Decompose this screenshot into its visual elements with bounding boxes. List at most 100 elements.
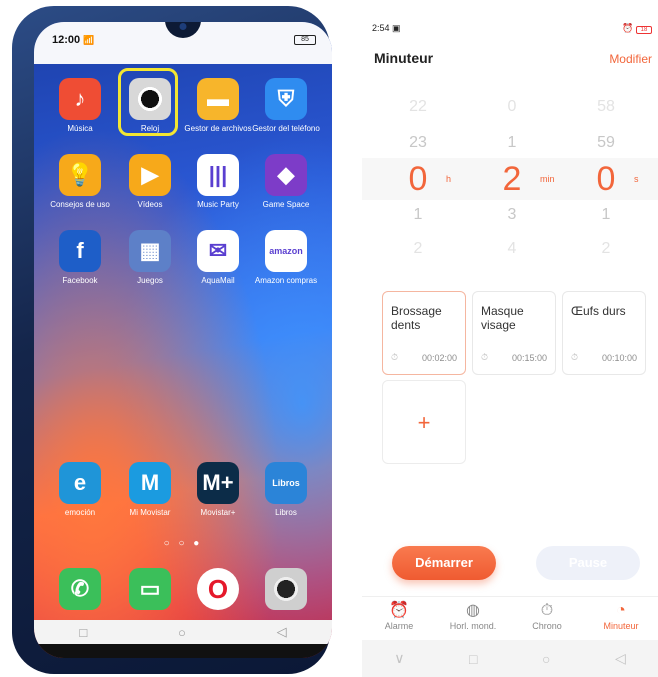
tab-minuteur[interactable]: ◔ Minuteur [584,601,658,631]
app-shield[interactable]: ⛨ Gestor del teléfono [252,78,320,134]
camera-icon: ● [265,568,307,610]
tab-label: Minuteur [603,621,639,631]
mail-icon: ✉ [197,230,239,272]
edit-button[interactable]: Modifier [609,52,652,66]
music-icon: ♪ [59,78,101,120]
preset-name: Brossage dents [391,304,442,332]
app-label: Music Party [197,200,239,209]
minutes-above1: 1 [507,134,517,151]
app-emocion[interactable]: e emoción [46,462,114,518]
status-time: 12:00 📶 [52,34,95,46]
app-label: Facebook [62,276,98,285]
seconds-above1: 59 [597,134,615,151]
home-icon[interactable]: ○ [542,651,550,667]
app-movistar-plus[interactable]: M+ Movistar+ [184,462,252,518]
preset-name: Œufs durs [571,304,626,318]
seconds-unit: s [634,174,639,184]
alarm-status-icon: ⏰ [622,23,634,33]
seconds-selected: 0 [596,160,616,198]
preset-card-oeufs[interactable]: Œufs durs ⏱ 00:10:00 [562,291,646,375]
battery-icon: 18 [636,26,652,34]
system-nav-bar: ∨ □ ○ ◁ [362,640,658,677]
dock-camera[interactable]: ● [252,568,320,610]
stopwatch-icon: ⏱ [540,602,554,619]
messages-icon: ▭ [129,568,171,610]
dock-phone[interactable]: ✆ [46,568,114,610]
app-facebook[interactable]: f Facebook [46,230,114,286]
home-icon[interactable]: ○ [178,625,186,640]
front-camera-icon [179,23,187,30]
seconds-below2: 2 [601,240,611,257]
app-equalizer[interactable]: ||| Music Party [184,154,252,210]
movistar-plus-icon: M+ [197,462,239,504]
folder-icon: ▬ [197,78,239,120]
minutes-below2: 4 [507,240,517,257]
recent-apps-icon[interactable]: □ [79,625,87,640]
preset-time: 00:15:00 [511,353,547,363]
hours-below2: 2 [413,240,423,257]
dock-opera[interactable]: O [184,568,252,610]
hours-below1: 1 [413,206,423,223]
minutes-selected: 2 [502,160,522,198]
back-icon[interactable]: ◁ [277,624,287,640]
lightbulb-icon: 💡 [59,154,101,196]
app-label: Gestor del teléfono [252,124,320,133]
hours-above2: 22 [409,98,427,115]
page-indicator: ○ ○ ● [163,538,203,549]
app-games-folder[interactable]: ▦ Juegos [116,230,184,286]
app-label: Consejos de uso [50,200,110,209]
dock-messages[interactable]: ▭ [116,568,184,610]
add-preset-button[interactable]: + [382,380,466,464]
app-label: Movistar+ [200,508,236,517]
app-label: Mi Movistar [129,508,171,517]
seconds-above2: 58 [597,98,615,115]
preset-time: 00:02:00 [421,353,457,363]
app-folder[interactable]: ▬ Gestor de archivos [184,78,252,134]
app-cube[interactable]: ◆ Game Space [252,154,320,210]
cube-icon: ◆ [265,154,307,196]
amazon-icon: amazon [265,230,307,272]
tab-horloge-mondiale[interactable]: ◍ Horl. mond. [436,601,510,631]
status-time: 2:54 ▣ [372,23,401,33]
hours-selected: 0 [408,160,428,198]
preset-card-brossage[interactable]: Brossage dents ⏱ 00:02:00 [382,291,466,375]
hours-above1: 23 [409,134,427,151]
games-folder-icon: ▦ [129,230,171,272]
timer-small-icon: ⏱ [481,352,489,362]
pause-button[interactable]: Pause [536,546,640,580]
app-label: Música [67,124,93,133]
reloj-highlight [118,68,178,136]
app-movistar[interactable]: M Mi Movistar [116,462,184,518]
page-title: Minuteur [374,50,434,66]
play-icon: ▶ [129,154,171,196]
app-amazon[interactable]: amazon Amazon compras [252,230,320,286]
tab-label: Chrono [532,621,562,631]
app-label: Juegos [137,276,163,285]
preset-time: 00:10:00 [601,353,637,363]
app-label: Vídeos [137,200,163,209]
equalizer-icon: ||| [197,154,239,196]
chevron-down-icon[interactable]: ∨ [394,650,404,667]
tab-alarme[interactable]: ⏰ Alarme [362,601,436,631]
timer-screen: 2:54 ▣ ⏰ 18 Minuteur Modifier 22 23 0 h … [362,18,658,677]
preset-card-masque[interactable]: Masque visage ⏱ 00:15:00 [472,291,556,375]
facebook-icon: f [59,230,101,272]
bottom-tabs: ⏰ Alarme ◍ Horl. mond. ⏱ Chrono ◔ Minute… [362,596,658,640]
app-label: Amazon compras [254,276,318,285]
app-books[interactable]: Libros Libros [252,462,320,518]
dock: ✆ ▭ O ● [34,562,332,618]
phone-icon: ✆ [59,568,101,610]
tab-label: Horl. mond. [449,621,497,631]
back-icon[interactable]: ◁ [615,650,626,667]
recent-apps-icon[interactable]: □ [469,651,477,667]
timer-small-icon: ⏱ [391,352,399,362]
start-button[interactable]: Démarrer [392,546,496,580]
phone-frame: 12:00 📶 85 ♪ Música Reloj ▬ Gestor de archiv… [12,6,332,674]
app-lightbulb[interactable]: 💡 Consejos de uso [46,154,114,210]
tab-chrono[interactable]: ⏱ Chrono [510,601,584,631]
app-music[interactable]: ♪ Música [46,78,114,134]
timer-small-icon: ⏱ [571,352,579,362]
app-play[interactable]: ▶ Vídeos [116,154,184,210]
app-mail[interactable]: ✉ AquaMail [184,230,252,286]
hours-unit: h [446,174,452,184]
